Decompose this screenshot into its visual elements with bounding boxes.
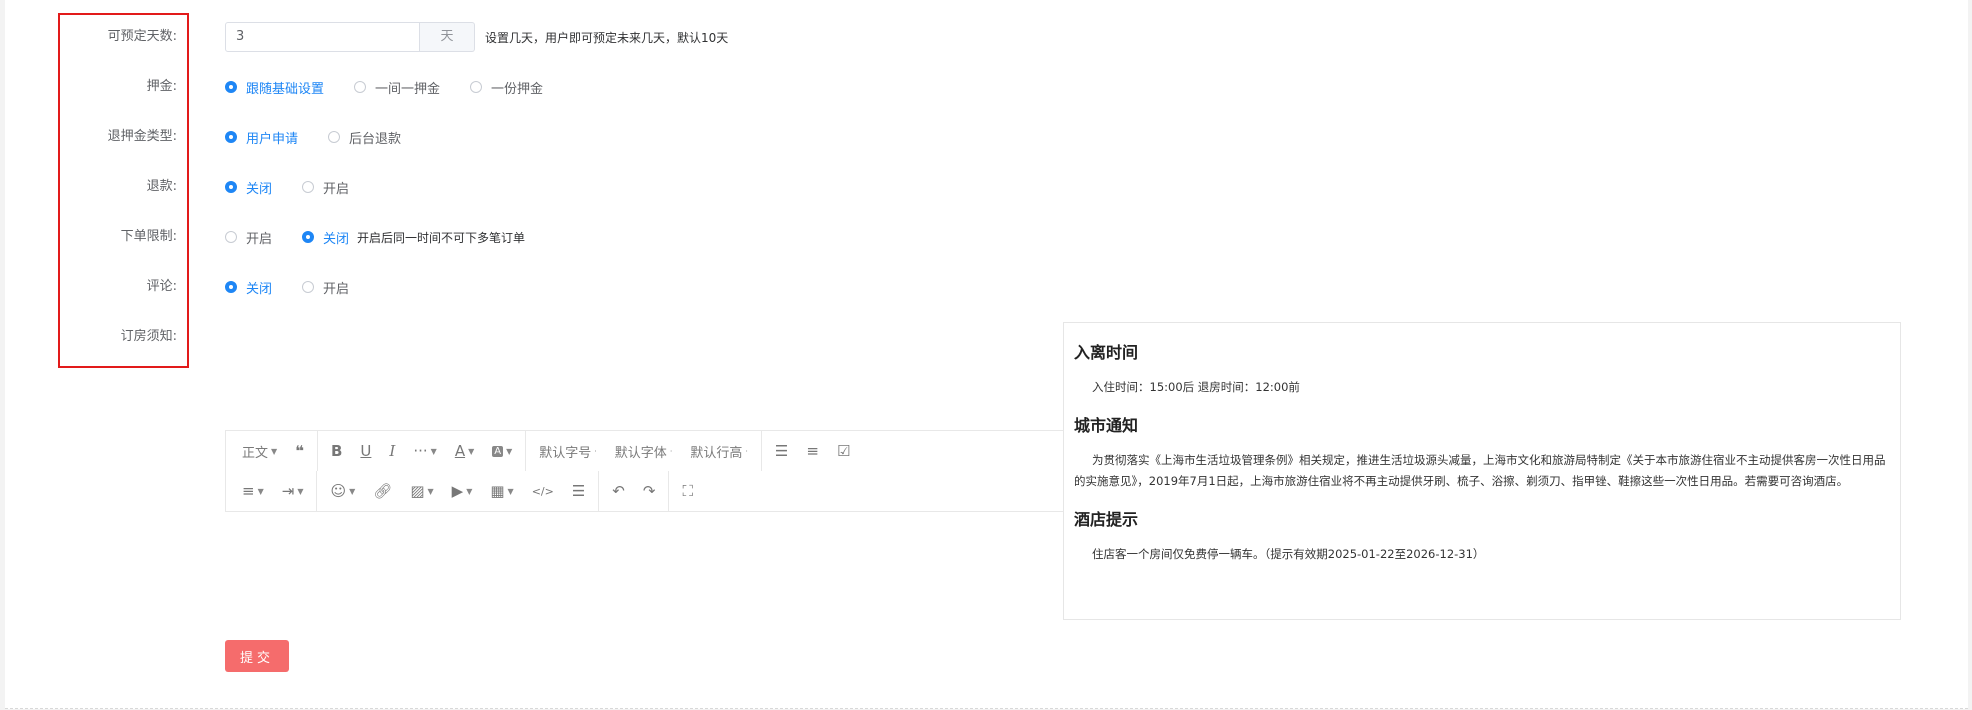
- caret-down-icon: ▼: [271, 446, 278, 456]
- city-notice-text: 为贯彻落实《上海市生活垃圾管理条例》相关规定，推进生活垃圾源头减量，上海市文化和…: [1074, 453, 1886, 488]
- italic-icon[interactable]: I: [380, 437, 404, 465]
- toolbar-divider: [668, 471, 670, 511]
- undo-icon[interactable]: ↶: [603, 477, 634, 505]
- refund-option-on[interactable]: 开启: [302, 178, 349, 197]
- align-icon[interactable]: ≡ ▼: [226, 477, 273, 505]
- label-refund-deposit-type: 退押金类型:: [107, 129, 177, 144]
- order-limit-option-on[interactable]: 开启: [225, 228, 272, 247]
- bullet-list-icon[interactable]: ☰: [766, 437, 797, 465]
- radio-dot-icon: [328, 131, 341, 143]
- indent-icon[interactable]: ⇥ ▼: [273, 477, 313, 505]
- deposit-radio-group: 跟随基础设置 一间一押金 一份押金: [225, 72, 573, 102]
- divider-icon[interactable]: ☰: [563, 477, 594, 505]
- bg-color-icon[interactable]: A ▼: [483, 437, 521, 465]
- font-size-select[interactable]: 默认字号 ·: [530, 437, 606, 465]
- label-bookable-days: 可预定天数:: [107, 29, 177, 44]
- submit-button[interactable]: 提交: [225, 640, 289, 672]
- table-icon[interactable]: ▦ ▼: [481, 477, 522, 505]
- heading-hotel-tips: 酒店提示: [1074, 510, 1139, 529]
- label-booking-notice: 订房须知:: [120, 329, 177, 344]
- order-limit-radio-group: 开启 关闭 开启后同一时间不可下多笔订单: [225, 222, 525, 252]
- bookable-days-row: 3 天 设置几天，用户即可预定未来几天，默认10天: [225, 22, 728, 52]
- refund-deposit-option-user-apply[interactable]: 用户申请: [225, 128, 298, 147]
- image-icon[interactable]: ▨ ▼: [401, 477, 442, 505]
- label-deposit: 押金:: [146, 79, 177, 94]
- fullscreen-icon[interactable]: ⛶: [673, 477, 702, 505]
- radio-dot-icon: [225, 231, 237, 243]
- toolbar-row-1: 正文 ▼ ❝ B U I ··· ▼ A ▼ A ▼ 默认字号 · 默认字体 · 默认行高 ·…: [226, 431, 859, 471]
- link-icon[interactable]: 🔗︎: [364, 477, 401, 505]
- order-limit-option-off[interactable]: 关闭: [302, 228, 349, 247]
- font-color-icon[interactable]: A ▼: [446, 437, 483, 465]
- heading-city-notice: 城市通知: [1074, 416, 1139, 435]
- radio-dot-icon: [302, 231, 315, 243]
- quote-icon[interactable]: ❝: [286, 437, 313, 465]
- deposit-option-per-room[interactable]: 一间一押金: [354, 78, 440, 97]
- refund-option-off[interactable]: 关闭: [225, 178, 272, 197]
- toolbar-divider: [760, 431, 762, 471]
- heading-checkin-checkout: 入离时间: [1074, 343, 1139, 362]
- emoji-icon[interactable]: ☺ ▼: [321, 477, 364, 505]
- comment-option-off[interactable]: 关闭: [225, 278, 272, 297]
- comment-radio-group: 关闭 开启: [225, 272, 379, 302]
- redo-icon[interactable]: ↷: [634, 477, 665, 505]
- font-family-select[interactable]: 默认字体 ·: [606, 437, 682, 465]
- ordered-list-icon[interactable]: ≡: [797, 437, 828, 465]
- todo-icon[interactable]: ☑: [828, 437, 859, 465]
- toolbar-divider: [316, 431, 318, 471]
- paragraph-format-select[interactable]: 正文 ▼: [226, 437, 286, 465]
- video-icon[interactable]: ▶ ▼: [443, 477, 482, 505]
- deposit-option-per-order[interactable]: 一份押金: [470, 78, 543, 97]
- refund-deposit-type-radio-group: 用户申请 后台退款: [225, 122, 431, 152]
- days-unit-addon: 天: [420, 22, 475, 52]
- toolbar-row-2: ≡ ▼ ⇥ ▼ ☺ ▼ 🔗︎ ▨ ▼ ▶ ▼ ▦ ▼ </> ☰ ↶ ↷ ⛶: [226, 471, 702, 511]
- bold-icon[interactable]: B: [322, 437, 351, 465]
- booking-notice-content[interactable]: 入离时间 入住时间：15:00后 退房时间：12:00前 城市通知 为贯彻落实《…: [1063, 322, 1901, 620]
- bookable-days-input[interactable]: 3: [225, 22, 420, 52]
- radio-dot-icon: [470, 81, 483, 93]
- rich-text-toolbar: 正文 ▼ ❝ B U I ··· ▼ A ▼ A ▼ 默认字号 · 默认字体 · 默认行高 ·…: [225, 430, 1065, 512]
- checkin-checkout-text: 入住时间：15:00后 退房时间：12:00前: [1092, 380, 1300, 394]
- underline-icon[interactable]: U: [351, 437, 380, 465]
- radio-dot-icon: [302, 181, 315, 193]
- deposit-option-follow-basic[interactable]: 跟随基础设置: [225, 78, 324, 97]
- radio-dot-icon: [225, 131, 237, 143]
- toolbar-divider: [598, 471, 600, 511]
- radio-dot-icon: [354, 81, 367, 93]
- refund-radio-group: 关闭 开启: [225, 172, 379, 202]
- toolbar-divider: [316, 471, 318, 511]
- refund-deposit-option-backend[interactable]: 后台退款: [328, 128, 401, 147]
- comment-option-on[interactable]: 开启: [302, 278, 349, 297]
- order-limit-hint: 开启后同一时间不可下多笔订单: [357, 230, 526, 245]
- line-height-select[interactable]: 默认行高 ·: [681, 437, 757, 465]
- radio-dot-icon: [225, 181, 237, 193]
- toolbar-divider: [525, 431, 527, 471]
- radio-dot-icon: [225, 281, 237, 293]
- label-comment: 评论:: [146, 279, 177, 294]
- label-order-limit: 下单限制:: [120, 229, 177, 244]
- code-icon[interactable]: </>: [523, 477, 563, 505]
- hotel-tips-text: 住店客一个房间仅免费停一辆车。（提示有效期2025-01-22至2026-12-…: [1092, 547, 1485, 561]
- bookable-days-hint: 设置几天，用户即可预定未来几天，默认10天: [485, 30, 729, 45]
- radio-dot-icon: [302, 281, 315, 293]
- more-icon[interactable]: ··· ▼: [404, 437, 445, 465]
- radio-dot-icon: [225, 81, 237, 93]
- label-refund: 退款:: [146, 179, 177, 194]
